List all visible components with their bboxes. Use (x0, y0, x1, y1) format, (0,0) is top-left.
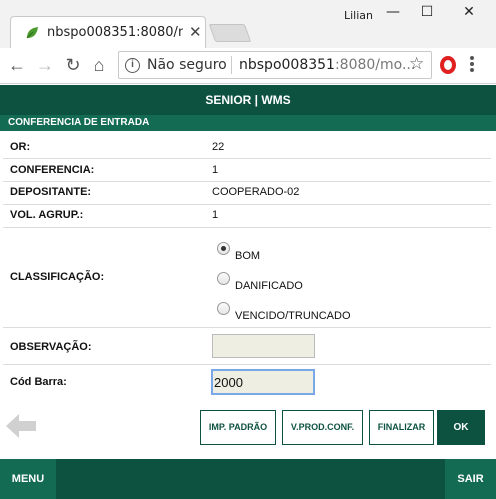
profile-name[interactable]: Lilian (344, 9, 373, 22)
tab-title: nbspo008351:8080/mobi (47, 25, 183, 40)
security-label[interactable]: Não seguro (147, 57, 227, 73)
browser-menu-icon[interactable] (470, 56, 474, 74)
back-arrow-icon[interactable] (4, 411, 38, 441)
row-or: OR: 22 (3, 137, 491, 159)
ok-button[interactable]: OK (437, 410, 485, 445)
conferencia-value: 1 (212, 164, 219, 176)
cod-barra-label: Cód Barra: (10, 376, 67, 388)
row-cod-barra: Cód Barra: (3, 365, 491, 400)
tab-close-icon[interactable]: ✕ (189, 23, 202, 41)
classificacao-label: CLASSIFICAÇÃO: (10, 271, 105, 283)
home-icon[interactable]: ⌂ (88, 54, 110, 76)
vol-agrup-label: VOL. AGRUP.: (10, 209, 84, 221)
imp-padrao-button[interactable]: IMP. PADRÃO (200, 410, 276, 445)
radio-bom[interactable] (217, 242, 230, 255)
row-vol-agrup: VOL. AGRUP.: 1 (3, 205, 491, 228)
browser-toolbar: ← → ↻ ⌂ i Não seguro nbspo008351:8080/mo… (0, 48, 496, 84)
radio-label-bom: BOM (235, 250, 261, 262)
row-observacao: OBSERVAÇÃO: (3, 328, 491, 365)
or-value: 22 (212, 141, 225, 153)
cod-barra-field[interactable] (211, 369, 315, 395)
row-classificacao: CLASSIFICAÇÃO: BOM DANIFICADO VENCIDO/TR… (3, 228, 491, 328)
depositante-value: COOPERADO-02 (212, 186, 300, 198)
maximize-icon[interactable]: ☐ (412, 4, 442, 24)
radio-label-vencido: VENCIDO/TRUNCADO (235, 310, 351, 322)
conferencia-label: CONFERENCIA: (10, 164, 95, 176)
footer-bar: MENU SAIR (0, 459, 496, 499)
browser-titlebar: nbspo008351:8080/mobi ✕ Lilian — ☐ ✕ (0, 0, 496, 48)
new-tab-button[interactable] (208, 24, 252, 42)
vol-agrup-value: 1 (212, 209, 219, 221)
observacao-field[interactable] (212, 334, 315, 358)
row-conferencia: CONFERENCIA: 1 (3, 159, 491, 182)
bookmark-star-icon[interactable]: ☆ (409, 54, 424, 74)
forward-icon[interactable]: → (34, 54, 56, 76)
back-icon[interactable]: ← (6, 54, 28, 76)
opera-extension-icon[interactable] (440, 56, 456, 74)
sair-button[interactable]: SAIR (445, 459, 496, 499)
v-prod-conf-button[interactable]: V.PROD.CONF. (282, 410, 363, 445)
row-depositante: DEPOSITANTE: COOPERADO-02 (3, 182, 491, 205)
menu-button[interactable]: MENU (0, 459, 56, 499)
radio-danificado[interactable] (217, 272, 230, 285)
reload-icon[interactable]: ↻ (62, 54, 84, 76)
finalizar-button[interactable]: FINALIZAR (369, 410, 434, 445)
app-title: SENIOR | WMS (0, 85, 496, 115)
address-bar[interactable]: i Não seguro nbspo008351:8080/mo... ☆ (118, 51, 432, 79)
address-separator (231, 56, 232, 74)
url-host: nbspo008351 (239, 57, 335, 73)
observacao-input[interactable] (213, 335, 314, 357)
leaf-favicon-icon (26, 27, 38, 39)
section-title: CONFERENCIA DE ENTRADA (0, 115, 496, 131)
cod-barra-input[interactable] (213, 371, 313, 393)
url-text[interactable]: nbspo008351:8080/mo... (239, 57, 415, 73)
observacao-label: OBSERVAÇÃO: (10, 341, 92, 353)
browser-tab[interactable]: nbspo008351:8080/mobi ✕ (10, 16, 206, 48)
minimize-icon[interactable]: — (378, 4, 408, 24)
depositante-label: DEPOSITANTE: (10, 186, 92, 198)
radio-label-danificado: DANIFICADO (235, 280, 303, 292)
or-label: OR: (10, 141, 31, 153)
info-icon[interactable]: i (125, 58, 140, 73)
url-rest: :8080/mo... (334, 57, 416, 73)
radio-vencido[interactable] (217, 302, 230, 315)
window-close-icon[interactable]: ✕ (454, 4, 484, 24)
